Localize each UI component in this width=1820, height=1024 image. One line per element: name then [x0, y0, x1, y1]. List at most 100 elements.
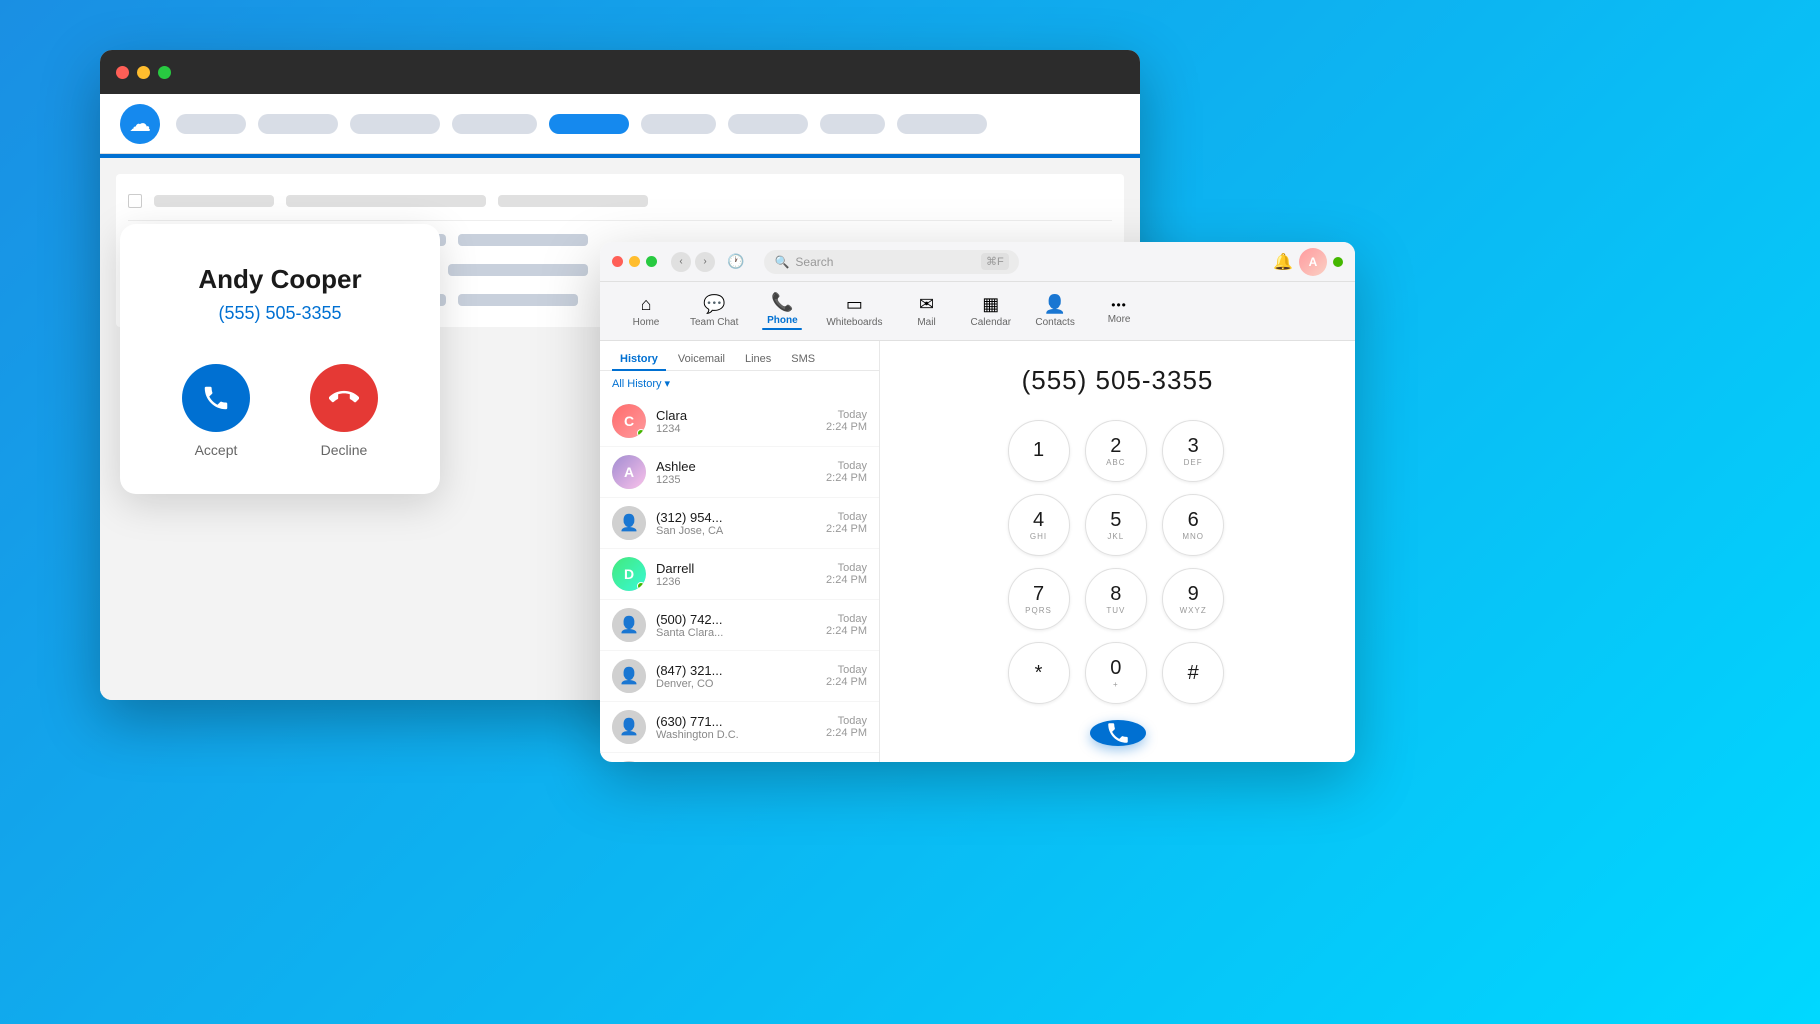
- phone-search-bar[interactable]: 🔍 Search ⌘F: [764, 250, 1018, 274]
- decline-label: Decline: [321, 442, 368, 458]
- key-hash[interactable]: #: [1162, 642, 1224, 704]
- nav-more[interactable]: ••• More: [1089, 294, 1149, 329]
- contact-sub-ashlee: 1235: [656, 474, 816, 486]
- contact-info-500: (500) 742... Santa Clara...: [656, 612, 816, 639]
- phone-maximize-btn[interactable]: [646, 256, 657, 267]
- home-icon: ⌂: [641, 294, 652, 315]
- nav-contacts[interactable]: 👤 Contacts: [1025, 290, 1085, 332]
- dial-call-button[interactable]: [1090, 720, 1146, 746]
- contact-info-ashlee: Ashlee 1235: [656, 459, 816, 486]
- phone-app-topnav: ⌂ Home 💬 Team Chat 📞 Phone ▭ Whiteboards…: [600, 282, 1355, 341]
- key-5[interactable]: 5 JKL: [1085, 494, 1147, 556]
- sf-table-header: [128, 186, 1112, 216]
- call-time-500: Today 2:24 PM: [826, 613, 867, 637]
- phone-close-btn[interactable]: [612, 256, 623, 267]
- dial-phone-icon: [1105, 720, 1131, 746]
- close-traffic-light[interactable]: [116, 66, 129, 79]
- history-filter[interactable]: All History ▾: [600, 371, 879, 396]
- avatar-unknown-1: 👤: [612, 506, 646, 540]
- history-item-847[interactable]: 👤 (847) 321... Denver, CO Today 2:24 PM: [600, 651, 879, 702]
- whiteboards-icon: ▭: [846, 294, 863, 315]
- accept-label: Accept: [195, 442, 238, 458]
- key-8[interactable]: 8 TUV: [1085, 568, 1147, 630]
- maximize-traffic-light[interactable]: [158, 66, 171, 79]
- contact-name-darrell: Darrell: [656, 561, 816, 576]
- mail-icon: ✉: [919, 294, 934, 315]
- user-avatar[interactable]: A: [1299, 248, 1327, 276]
- history-panel: History Voicemail Lines SMS All History …: [600, 341, 880, 762]
- nav-pill-4: [452, 114, 537, 134]
- history-item-ashlee[interactable]: A Ashlee 1235 Today 2:24 PM: [600, 447, 879, 498]
- back-arrow[interactable]: ‹: [671, 252, 691, 272]
- contacts-icon: 👤: [1044, 294, 1066, 315]
- history-item-312[interactable]: 👤 (312) 954... San Jose, CA Today 2:24 P…: [600, 498, 879, 549]
- online-status-dot: [1333, 257, 1343, 267]
- key-star[interactable]: *: [1008, 642, 1070, 704]
- key-6[interactable]: 6 MNO: [1162, 494, 1224, 556]
- history-item-darrell[interactable]: D Darrell 1236 Today 2:24 PM: [600, 549, 879, 600]
- nav-home[interactable]: ⌂ Home: [616, 290, 676, 332]
- contact-sub-clara: 1234: [656, 423, 816, 435]
- contact-name-500: (500) 742...: [656, 612, 816, 627]
- sf-cell-3-3: [458, 294, 578, 306]
- phone-body: History Voicemail Lines SMS All History …: [600, 341, 1355, 762]
- key-7[interactable]: 7 PQRS: [1008, 568, 1070, 630]
- dialpad-grid: 1 2 ABC 3 DEF 4 GHI 5 JKL: [1008, 420, 1228, 704]
- accept-call-btn[interactable]: Accept: [182, 364, 250, 458]
- phone-app-window: ‹ › 🕐 🔍 Search ⌘F 🔔 A ⌂ Home 💬 Te: [600, 242, 1355, 762]
- phone-nav-icon: 📞: [771, 292, 793, 313]
- nav-calendar[interactable]: ▦ Calendar: [961, 290, 1022, 332]
- sf-col-1: [154, 195, 274, 207]
- avatar-darrell: D: [612, 557, 646, 591]
- notification-bell-icon[interactable]: 🔔: [1273, 252, 1293, 272]
- calendar-icon: ▦: [982, 294, 999, 315]
- contact-sub-500: Santa Clara...: [656, 627, 816, 639]
- history-list: C Clara 1234 Today 2:24 PM A: [600, 396, 879, 762]
- sf-cell-2-3: [448, 264, 588, 276]
- key-3[interactable]: 3 DEF: [1162, 420, 1224, 482]
- phone-minimize-btn[interactable]: [629, 256, 640, 267]
- key-2[interactable]: 2 ABC: [1085, 420, 1147, 482]
- sf-nav-items: [176, 114, 1120, 134]
- salesforce-logo: ☁: [120, 104, 160, 144]
- nav-pill-active[interactable]: [549, 114, 629, 134]
- nav-pill-7: [820, 114, 885, 134]
- forward-arrow[interactable]: ›: [695, 252, 715, 272]
- history-item-clara[interactable]: C Clara 1234 Today 2:24 PM: [600, 396, 879, 447]
- online-dot-darrell: [637, 582, 645, 590]
- call-time-630: Today 2:24 PM: [826, 715, 867, 739]
- history-item-630[interactable]: 👤 (630) 771... Washington D.C. Today 2:2…: [600, 702, 879, 753]
- more-icon: •••: [1111, 298, 1127, 312]
- accept-btn-circle[interactable]: [182, 364, 250, 432]
- key-9[interactable]: 9 WXYZ: [1162, 568, 1224, 630]
- tab-lines[interactable]: Lines: [737, 349, 779, 371]
- history-item-312b[interactable]: 👤 (312) 835... San Jose, CA Today 2:24 P…: [600, 753, 879, 762]
- key-4[interactable]: 4 GHI: [1008, 494, 1070, 556]
- nav-pill-1: [176, 114, 246, 134]
- nav-whiteboards[interactable]: ▭ Whiteboards: [816, 290, 892, 332]
- tab-history[interactable]: History: [612, 349, 666, 371]
- sf-cell-1-3: [458, 234, 588, 246]
- incoming-call-card: Andy Cooper (555) 505-3355 Accept: [120, 224, 440, 494]
- phone-accept-icon: [201, 383, 231, 413]
- nav-team-chat[interactable]: 💬 Team Chat: [680, 290, 748, 332]
- contact-name-630: (630) 771...: [656, 714, 816, 729]
- contact-sub-630: Washington D.C.: [656, 729, 816, 741]
- phone-titlebar: ‹ › 🕐 🔍 Search ⌘F 🔔 A: [600, 242, 1355, 282]
- minimize-traffic-light[interactable]: [137, 66, 150, 79]
- contact-info-clara: Clara 1234: [656, 408, 816, 435]
- decline-call-btn[interactable]: Decline: [310, 364, 378, 458]
- history-icon: 🕐: [727, 253, 744, 270]
- decline-btn-circle[interactable]: [310, 364, 378, 432]
- nav-mail[interactable]: ✉ Mail: [897, 290, 957, 332]
- online-dot-clara: [637, 429, 645, 437]
- dialpad-panel: (555) 505-3355 1 2 ABC 3 DEF 4: [880, 341, 1355, 762]
- key-0[interactable]: 0 +: [1085, 642, 1147, 704]
- tab-voicemail[interactable]: Voicemail: [670, 349, 733, 371]
- key-1[interactable]: 1: [1008, 420, 1070, 482]
- call-actions: Accept Decline: [150, 364, 410, 458]
- nav-phone[interactable]: 📞 Phone: [752, 288, 812, 334]
- history-item-500[interactable]: 👤 (500) 742... Santa Clara... Today 2:24…: [600, 600, 879, 651]
- call-time-darrell: Today 2:24 PM: [826, 562, 867, 586]
- tab-sms[interactable]: SMS: [783, 349, 823, 371]
